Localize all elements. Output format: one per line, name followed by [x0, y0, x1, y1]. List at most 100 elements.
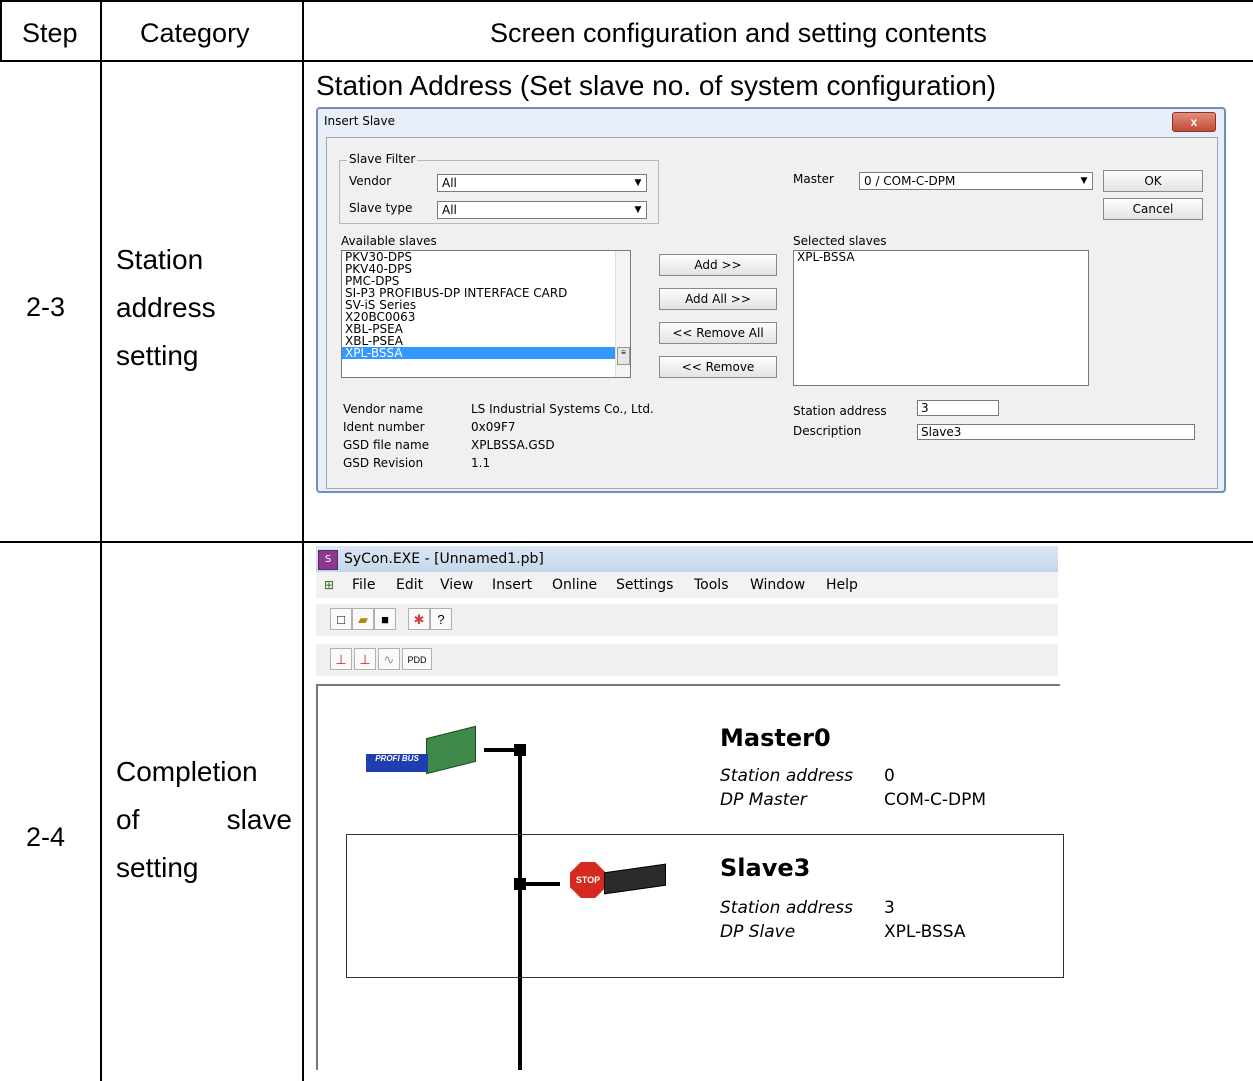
slave-type-value: XPL-BSSA — [884, 922, 966, 942]
insert-slave-dialog: Insert Slave x Slave Filter Vendor All ▼ … — [316, 107, 1226, 493]
category-line: address — [116, 292, 216, 323]
table-left-border — [0, 0, 2, 62]
master-type-label: DP Master — [720, 790, 807, 810]
menu-tools[interactable]: Tools — [694, 572, 729, 598]
vendor-value: All — [442, 176, 457, 190]
app-icon: S — [318, 550, 338, 570]
insert-slave-icon[interactable]: ⊥ — [354, 648, 376, 670]
pdd-button[interactable]: PDD — [402, 648, 432, 670]
category-line: of slave — [116, 796, 292, 844]
category-line: Station — [116, 244, 204, 275]
description-input[interactable]: Slave3 — [917, 424, 1195, 440]
master-name: Master0 — [720, 724, 831, 752]
slave-address-label: Station address — [720, 898, 854, 918]
ident-number-label: Ident number — [343, 420, 425, 434]
ok-button[interactable]: OK — [1103, 170, 1203, 192]
save-icon[interactable]: ■ — [374, 608, 396, 630]
slave-type-label: DP Slave — [720, 922, 796, 942]
insert-master-icon[interactable]: ⊥ — [330, 648, 352, 670]
menu-file[interactable]: File — [352, 572, 375, 598]
add-all-button[interactable]: Add All >> — [659, 288, 777, 310]
profibus-logo: PROFI BUS — [366, 754, 428, 772]
menu-settings[interactable]: Settings — [616, 572, 673, 598]
scrollbar[interactable]: ≡ — [615, 251, 630, 377]
help-icon[interactable]: ? — [430, 608, 452, 630]
row-step-2-3: 2-3 — [26, 292, 66, 322]
ident-number-value: 0x09F7 — [471, 420, 516, 434]
dialog-body: Slave Filter Vendor All ▼ Slave type All ▼… — [326, 137, 1218, 489]
row-category-2-4: Completion of slave setting — [116, 748, 292, 892]
gsd-file-label: GSD file name — [343, 438, 430, 452]
menu-view[interactable]: View — [440, 572, 473, 598]
table-row-border — [0, 541, 1253, 543]
vendor-label: Vendor — [349, 174, 392, 188]
row-step-2-4: 2-4 — [26, 822, 66, 852]
list-item[interactable]: XPL-BSSA — [794, 251, 1088, 263]
vendor-name-label: Vendor name — [343, 402, 424, 416]
table-col-border-1 — [100, 0, 102, 1081]
chevron-down-icon: ▼ — [1080, 176, 1088, 186]
add-button[interactable]: Add >> — [659, 254, 777, 276]
scrollbar-thumb[interactable]: ≡ — [617, 347, 630, 365]
slave-type-combo[interactable]: All ▼ — [437, 201, 647, 219]
master-value: 0 / COM-C-DPM — [864, 174, 956, 188]
menu-insert[interactable]: Insert — [492, 572, 532, 598]
remove-button[interactable]: << Remove — [659, 356, 777, 378]
vendor-combo[interactable]: All ▼ — [437, 174, 647, 192]
menu-edit[interactable]: Edit — [396, 572, 423, 598]
master-combo[interactable]: 0 / COM-C-DPM ▼ — [859, 172, 1093, 190]
gsd-file-value: XPLBSSA.GSD — [471, 438, 555, 452]
description-label: Description — [793, 424, 862, 438]
category-word: of — [116, 804, 140, 835]
master-label: Master — [793, 172, 834, 186]
row-category-2-3: Station address setting — [116, 236, 216, 380]
selected-slaves-label: Selected slaves — [793, 234, 887, 248]
master-joint — [514, 744, 526, 756]
close-button[interactable]: x — [1172, 112, 1216, 132]
profibus-card-icon[interactable]: PROFI BUS — [362, 725, 480, 780]
station-address-input[interactable]: 3 — [917, 400, 999, 416]
header-contents: Screen configuration and setting content… — [490, 18, 987, 48]
station-address-label: Station address — [793, 404, 887, 418]
toolbar-1: □ ▰ ■ ✱ ? — [316, 604, 1058, 636]
stop-icon: STOP — [570, 862, 606, 898]
menu-online[interactable]: Online — [552, 572, 597, 598]
table-top-border — [0, 0, 1253, 2]
open-folder-icon[interactable]: ▰ — [352, 608, 374, 630]
selected-slaves-list[interactable]: XPL-BSSA — [793, 250, 1089, 386]
board-shape — [426, 725, 476, 775]
slave-selection-box[interactable] — [346, 834, 1064, 978]
category-line: setting — [116, 852, 199, 883]
config-canvas: PROFI BUS Master0 Station address 0 DP M… — [316, 684, 1064, 1070]
slave-name: Slave3 — [720, 854, 811, 882]
master-type-value: COM-C-DPM — [884, 790, 987, 810]
new-file-icon[interactable]: □ — [330, 608, 352, 630]
header-step: Step — [22, 18, 78, 48]
category-line: Completion — [116, 756, 258, 787]
chevron-down-icon: ▼ — [634, 205, 642, 215]
link-icon[interactable]: ∿ — [378, 648, 400, 670]
sycon-title-bar: S SyCon.EXE - [Unnamed1.pb] — [316, 546, 1058, 572]
table-header-border — [0, 60, 1253, 62]
chevron-down-icon: ▼ — [634, 178, 642, 188]
doc-menu-icon[interactable]: ⊞ — [324, 578, 340, 592]
menu-window[interactable]: Window — [750, 572, 805, 598]
menu-bar: ⊞ File Edit View Insert Online Settings … — [316, 572, 1058, 598]
header-category: Category — [140, 18, 250, 48]
dialog-title: Insert Slave — [324, 114, 396, 128]
window-title: SyCon.EXE - [Unnamed1.pb] — [344, 551, 544, 567]
sycon-window: S SyCon.EXE - [Unnamed1.pb] ⊞ File Edit … — [316, 546, 1064, 1070]
run-icon[interactable]: ✱ — [408, 608, 430, 630]
master-address-value: 0 — [884, 766, 895, 786]
slave-type-value: All — [442, 203, 457, 217]
cancel-button[interactable]: Cancel — [1103, 198, 1203, 220]
gsd-revision-value: 1.1 — [471, 456, 491, 470]
master-address-label: Station address — [720, 766, 854, 786]
remove-all-button[interactable]: << Remove All — [659, 322, 777, 344]
category-line: setting — [116, 340, 199, 371]
menu-help[interactable]: Help — [826, 572, 858, 598]
slave-filter-label: Slave Filter — [347, 152, 418, 166]
available-slaves-label: Available slaves — [341, 234, 437, 248]
list-item-selected[interactable]: XPL-BSSA — [342, 347, 630, 359]
available-slaves-list[interactable]: PKV30-DPS PKV40-DPS PMC-DPS SI-P3 PROFIB… — [341, 250, 631, 378]
